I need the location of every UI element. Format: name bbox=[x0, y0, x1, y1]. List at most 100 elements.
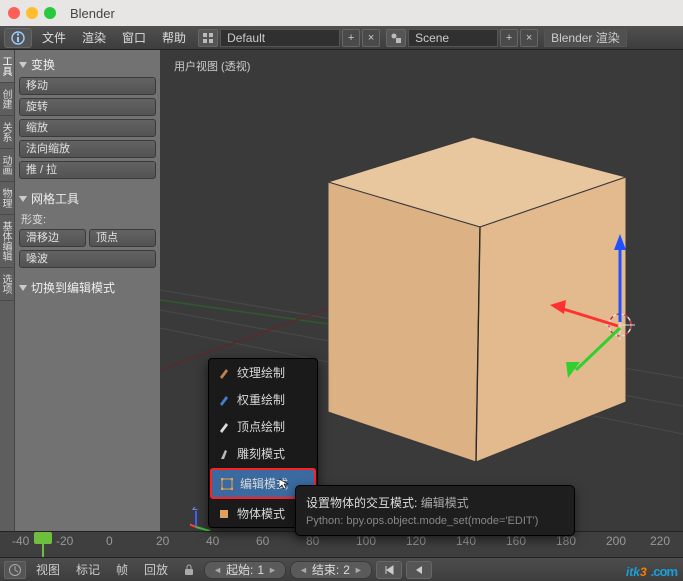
tooltip-python: Python: bpy.ops.object.mode_set(mode='ED… bbox=[306, 515, 564, 527]
mode-item-label: 物体模式 bbox=[237, 505, 285, 522]
tl-tick: 220 bbox=[650, 534, 670, 548]
scene-delete-button[interactable]: × bbox=[520, 29, 538, 47]
panel-switchmode-header[interactable]: 切换到编辑模式 bbox=[19, 277, 156, 300]
tl-tick: 40 bbox=[206, 534, 219, 548]
top-menubar: 文件 渲染 窗口 帮助 Default + × Scene + × Blende… bbox=[0, 26, 683, 50]
lock-icon[interactable] bbox=[178, 561, 200, 579]
titlebar: Blender bbox=[0, 0, 683, 26]
vtab-physics[interactable]: 物理 bbox=[0, 182, 14, 215]
panel-meshtools-header[interactable]: 网格工具 bbox=[19, 188, 156, 211]
layout-name-field[interactable]: Default bbox=[220, 29, 340, 47]
close-window-button[interactable] bbox=[8, 7, 20, 19]
tl-tick: 100 bbox=[356, 534, 376, 548]
tl-menu-frame[interactable]: 帧 bbox=[110, 561, 134, 578]
app-title: Blender bbox=[70, 6, 115, 21]
timeline-editor-icon[interactable] bbox=[4, 561, 26, 579]
start-label: 起始: bbox=[226, 561, 253, 578]
svg-text:z: z bbox=[192, 507, 198, 513]
chevron-right-icon: ► bbox=[354, 565, 363, 575]
menu-help[interactable]: 帮助 bbox=[154, 26, 194, 50]
scene-browse-button[interactable] bbox=[386, 29, 406, 47]
timeline-header: 视图 标记 帧 回放 ◄ 起始: 1 ► ◄ 结束: 2 ► bbox=[0, 557, 683, 581]
layout-delete-button[interactable]: × bbox=[362, 29, 380, 47]
mode-item-label: 权重绘制 bbox=[237, 391, 285, 408]
info-editor-icon[interactable] bbox=[4, 28, 32, 48]
tool-vertex[interactable]: 顶点 bbox=[89, 229, 156, 247]
mode-item-vertexpaint[interactable]: 顶点绘制 bbox=[209, 413, 317, 440]
end-frame-field[interactable]: ◄ 结束: 2 ► bbox=[290, 561, 372, 579]
menu-window[interactable]: 窗口 bbox=[114, 26, 154, 50]
chevron-down-icon bbox=[19, 62, 27, 68]
tool-sidebar: 工具 创建 关系 动画 物理 基体编辑 选项 变换 移动 旋转 缩放 法向缩放 … bbox=[0, 50, 160, 581]
vtab-greasepencil[interactable]: 基体编辑 bbox=[0, 215, 14, 268]
tool-move[interactable]: 移动 bbox=[19, 77, 156, 95]
sculpt-icon bbox=[217, 447, 231, 461]
watermark-text: .com bbox=[651, 564, 677, 579]
chevron-down-icon bbox=[19, 285, 27, 291]
tl-tick: -40 bbox=[12, 534, 29, 548]
mode-item-label: 雕刻模式 bbox=[237, 445, 285, 462]
start-frame-field[interactable]: ◄ 起始: 1 ► bbox=[204, 561, 286, 579]
timeline-cursor[interactable] bbox=[42, 532, 44, 557]
tl-tick: 160 bbox=[506, 534, 526, 548]
minimize-window-button[interactable] bbox=[26, 7, 38, 19]
layout-browse-button[interactable] bbox=[198, 29, 218, 47]
layout-add-button[interactable]: + bbox=[342, 29, 360, 47]
panel-transform-header[interactable]: 变换 bbox=[19, 54, 156, 77]
tl-tick: 200 bbox=[606, 534, 626, 548]
start-value: 1 bbox=[257, 563, 264, 577]
vtab-anim[interactable]: 动画 bbox=[0, 149, 14, 182]
scene-name-text: Scene bbox=[415, 31, 449, 45]
panel-switchmode-title: 切换到编辑模式 bbox=[31, 279, 115, 296]
tl-tick: 140 bbox=[456, 534, 476, 548]
maximize-window-button[interactable] bbox=[44, 7, 56, 19]
prev-key-button[interactable] bbox=[406, 561, 432, 579]
tooltip: 设置物体的交互模式: 编辑模式 Python: bpy.ops.object.m… bbox=[295, 485, 575, 536]
tool-noise[interactable]: 噪波 bbox=[19, 250, 156, 268]
vtab-options[interactable]: 选项 bbox=[0, 268, 14, 301]
watermark-text: itk bbox=[626, 565, 640, 579]
edit-icon bbox=[220, 477, 234, 491]
layout-name-text: Default bbox=[227, 31, 265, 45]
mode-item-texturepaint[interactable]: 纹理绘制 bbox=[209, 359, 317, 386]
tl-tick: 120 bbox=[406, 534, 426, 548]
tl-menu-view[interactable]: 视图 bbox=[30, 561, 66, 578]
transform-gizmo[interactable] bbox=[578, 220, 683, 400]
tool-panels: 变换 移动 旋转 缩放 法向缩放 推 / 拉 网格工具 形变: 滑移边 顶点 噪… bbox=[15, 50, 160, 581]
vertical-tabs: 工具 创建 关系 动画 物理 基体编辑 选项 bbox=[0, 50, 15, 581]
panel-meshtools-title: 网格工具 bbox=[31, 190, 79, 207]
vtab-relation[interactable]: 关系 bbox=[0, 116, 14, 149]
vtab-create[interactable]: 创建 bbox=[0, 83, 14, 116]
tool-normal-scale[interactable]: 法向缩放 bbox=[19, 140, 156, 158]
tl-tick: -20 bbox=[56, 534, 73, 548]
end-value: 2 bbox=[343, 563, 350, 577]
vertex-icon bbox=[217, 420, 231, 434]
mode-item-sculpt[interactable]: 雕刻模式 bbox=[209, 440, 317, 467]
mode-item-label: 纹理绘制 bbox=[237, 364, 285, 381]
menu-file[interactable]: 文件 bbox=[34, 26, 74, 50]
tl-menu-marker[interactable]: 标记 bbox=[70, 561, 106, 578]
chevron-left-icon: ◄ bbox=[299, 565, 308, 575]
tl-menu-playback[interactable]: 回放 bbox=[138, 561, 174, 578]
object-icon bbox=[217, 507, 231, 521]
tool-rotate[interactable]: 旋转 bbox=[19, 98, 156, 116]
scene-name-field[interactable]: Scene bbox=[408, 29, 498, 47]
chevron-right-icon: ► bbox=[268, 565, 277, 575]
tl-tick: 20 bbox=[156, 534, 169, 548]
tool-edge-slide[interactable]: 滑移边 bbox=[19, 229, 86, 247]
mode-item-weightpaint[interactable]: 权重绘制 bbox=[209, 386, 317, 413]
scene-add-button[interactable]: + bbox=[500, 29, 518, 47]
chevron-down-icon bbox=[19, 196, 27, 202]
engine-text: Blender 渲染 bbox=[551, 29, 620, 46]
tool-pushpull[interactable]: 推 / 拉 bbox=[19, 161, 156, 179]
render-engine-dropdown[interactable]: Blender 渲染 bbox=[544, 29, 627, 47]
tooltip-desc: 设置物体的交互模式: 编辑模式 bbox=[306, 494, 564, 511]
tool-scale[interactable]: 缩放 bbox=[19, 119, 156, 137]
jump-start-button[interactable] bbox=[376, 561, 402, 579]
tl-tick: 0 bbox=[106, 534, 113, 548]
vtab-tools[interactable]: 工具 bbox=[0, 50, 14, 83]
timeline: -40 -20 0 20 40 60 80 100 120 140 160 18… bbox=[0, 531, 683, 581]
menu-render[interactable]: 渲染 bbox=[74, 26, 114, 50]
cursor-icon bbox=[279, 479, 289, 489]
chevron-left-icon: ◄ bbox=[213, 565, 222, 575]
